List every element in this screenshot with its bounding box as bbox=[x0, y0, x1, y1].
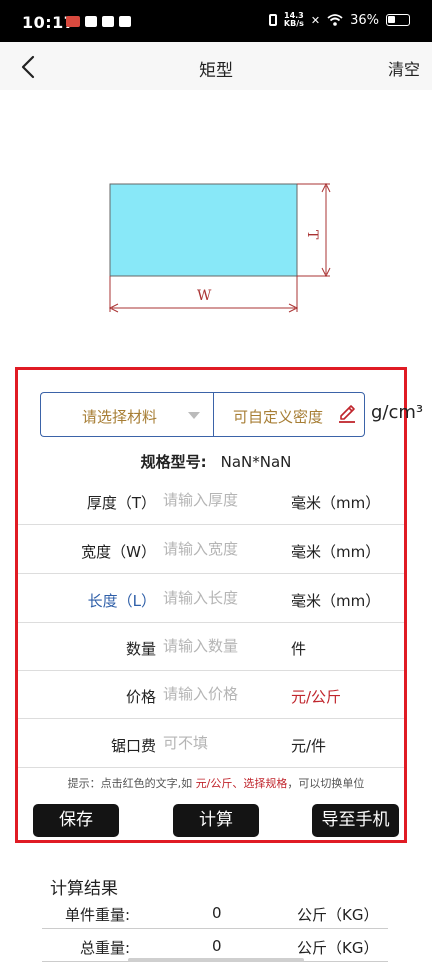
length-field-label[interactable]: 长度（L） bbox=[88, 590, 156, 611]
saw-fee-input[interactable] bbox=[163, 730, 278, 756]
unit-weight-row: 单件重量: 0 公斤（KG） bbox=[42, 896, 388, 929]
length-input[interactable] bbox=[163, 585, 278, 611]
save-button[interactable]: 保存 bbox=[33, 804, 119, 837]
length-unit: 毫米（mm） bbox=[291, 592, 381, 610]
rectangle-diagram: T W bbox=[108, 182, 331, 313]
status-indicators: 14.3 KB/s ✕ 36% bbox=[268, 12, 410, 28]
hint-prefix: 提示：点击红色的文字,如 bbox=[67, 777, 196, 790]
mail-icon bbox=[85, 16, 97, 27]
export-to-phone-button[interactable]: 导至手机 bbox=[312, 804, 399, 837]
price-label: 价格 bbox=[125, 688, 156, 706]
saw-fee-row: 锯口费 元/件 bbox=[18, 719, 404, 768]
length-row: 长度（L） 毫米（mm） bbox=[18, 574, 404, 623]
notification-app-icon bbox=[66, 16, 80, 27]
calculate-button[interactable]: 计算 bbox=[173, 804, 259, 837]
wifi-icon bbox=[327, 14, 343, 26]
width-unit: 毫米（mm） bbox=[291, 543, 381, 561]
material-select-label: 请选择材料 bbox=[82, 408, 158, 426]
quantity-row: 数量 件 bbox=[18, 622, 404, 671]
total-weight-value: 0 bbox=[212, 937, 222, 955]
material-select[interactable]: 请选择材料 bbox=[40, 392, 214, 437]
price-row: 价格 元/公斤 bbox=[18, 670, 404, 719]
edit-pencil-icon bbox=[339, 405, 355, 423]
calendar-icon bbox=[119, 16, 131, 27]
net-speed-unit: KB/s bbox=[283, 19, 304, 28]
total-weight-label: 总重量: bbox=[79, 939, 130, 957]
thickness-unit: 毫米（mm） bbox=[291, 494, 381, 512]
page-title: 矩型 bbox=[199, 61, 233, 81]
saw-fee-unit: 元/件 bbox=[291, 737, 327, 755]
hint-text: 提示：点击红色的文字,如 元/公斤、选择规格，可以切换单位 bbox=[0, 775, 432, 791]
price-unit-toggle[interactable]: 元/公斤 bbox=[291, 686, 341, 707]
home-indicator[interactable] bbox=[128, 958, 304, 962]
spec-line[interactable]: 规格型号: NaN*NaN bbox=[0, 451, 432, 472]
width-field-label: 宽度（W） bbox=[81, 543, 156, 561]
density-input-label: 可自定义密度 bbox=[233, 408, 324, 426]
dropdown-caret-icon bbox=[188, 412, 200, 419]
density-input[interactable]: 可自定义密度 bbox=[213, 392, 365, 437]
quantity-unit: 件 bbox=[291, 640, 307, 658]
width-label: W bbox=[197, 288, 212, 304]
total-weight-unit: 公斤（KG） bbox=[297, 939, 379, 957]
thickness-row: 厚度（T） 毫米（mm） bbox=[18, 476, 404, 525]
clear-button[interactable]: 清空 bbox=[388, 56, 420, 80]
spec-value: NaN*NaN bbox=[220, 453, 292, 471]
price-input[interactable] bbox=[163, 681, 278, 707]
net-speed: 14.3 KB/s bbox=[284, 12, 304, 28]
saw-fee-label: 锯口费 bbox=[110, 737, 156, 755]
sync-icon bbox=[102, 16, 114, 27]
spec-label: 规格型号: bbox=[140, 453, 207, 471]
notification-icons bbox=[66, 16, 131, 27]
battery-percent: 36% bbox=[350, 12, 379, 28]
rectangle-shape bbox=[109, 183, 298, 277]
density-unit[interactable]: g/cm³ bbox=[371, 402, 423, 423]
unit-weight-unit: 公斤（KG） bbox=[297, 906, 379, 924]
unit-weight-label: 单件重量: bbox=[64, 906, 130, 924]
hint-red-text: 元/公斤、选择规格 bbox=[195, 777, 288, 790]
nav-bar: 矩型 清空 bbox=[0, 42, 432, 90]
hint-suffix: ，可以切换单位 bbox=[287, 777, 365, 790]
battery-icon bbox=[386, 14, 410, 26]
width-row: 宽度（W） 毫米（mm） bbox=[18, 525, 404, 574]
status-bar: 10:17 14.3 KB/s ✕ 36% bbox=[0, 0, 432, 42]
vibrate-icon bbox=[268, 14, 277, 26]
unit-weight-value: 0 bbox=[212, 904, 222, 922]
thickness-label: T bbox=[304, 230, 320, 240]
thickness-input[interactable] bbox=[163, 487, 278, 513]
quantity-input[interactable] bbox=[163, 633, 278, 659]
width-input[interactable] bbox=[163, 536, 278, 562]
quantity-label: 数量 bbox=[125, 640, 156, 658]
no-sim-icon: ✕ bbox=[310, 13, 321, 27]
thickness-label: 厚度（T） bbox=[86, 494, 156, 512]
